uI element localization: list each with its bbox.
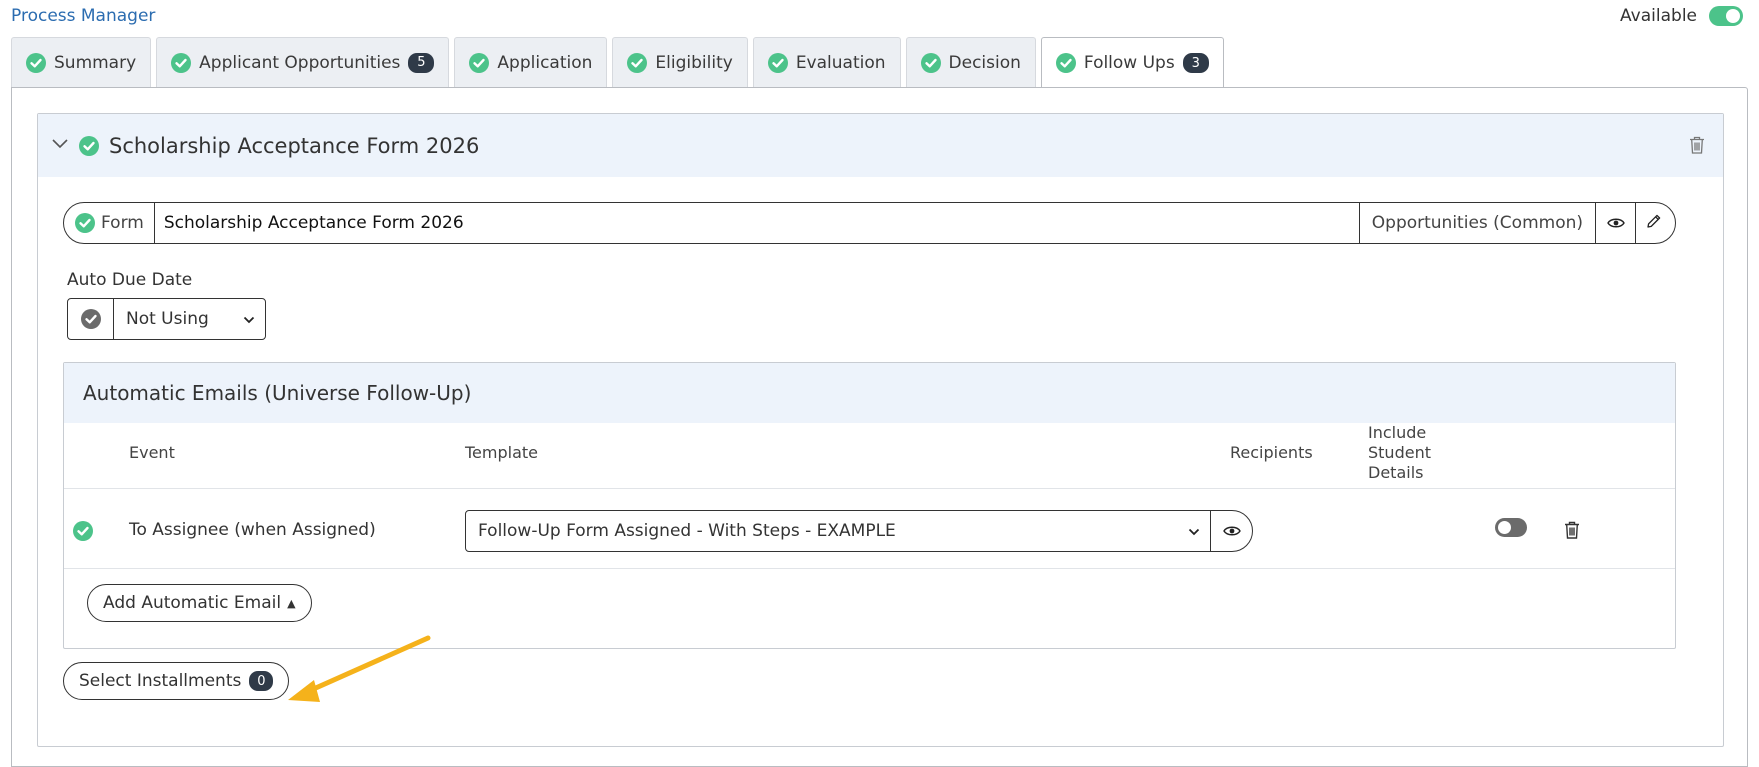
check-circle-icon bbox=[469, 52, 490, 73]
col-include-line: Student bbox=[1368, 443, 1431, 462]
check-circle-icon bbox=[1055, 53, 1076, 73]
app-title[interactable]: Process Manager bbox=[11, 6, 155, 26]
email-event: To Assignee (when Assigned) bbox=[129, 520, 376, 540]
tab-eligibility[interactable]: Eligibility bbox=[612, 37, 748, 87]
caret-up-icon: ▲ bbox=[287, 596, 296, 610]
tab-bar: Summary Applicant Opportunities 5 Applic… bbox=[11, 37, 1224, 88]
eye-icon bbox=[1606, 214, 1625, 233]
add-automatic-email-button[interactable]: Add Automatic Email ▲ bbox=[87, 584, 312, 622]
check-circle-icon bbox=[80, 309, 101, 329]
followup-header[interactable]: Scholarship Acceptance Form 2026 bbox=[38, 114, 1723, 177]
tab-application[interactable]: Application bbox=[454, 37, 608, 87]
eye-icon bbox=[1222, 522, 1241, 541]
form-scope: Opportunities (Common) bbox=[1360, 203, 1596, 243]
emails-title: Automatic Emails (Universe Follow-Up) bbox=[64, 363, 1675, 423]
availability: Available bbox=[1620, 6, 1743, 26]
template-value: Follow-Up Form Assigned - With Steps - E… bbox=[478, 521, 896, 541]
tab-panel: Scholarship Acceptance Form 2026 Form Sc… bbox=[11, 87, 1748, 767]
select-installments-label: Select Installments bbox=[79, 671, 242, 691]
count-badge: 0 bbox=[249, 671, 274, 691]
form-label: Form bbox=[101, 213, 144, 233]
chevron-down-icon bbox=[1188, 521, 1200, 541]
due-date-status bbox=[68, 299, 114, 339]
check-circle-icon bbox=[171, 52, 192, 73]
include-student-details-toggle[interactable] bbox=[1495, 518, 1527, 537]
form-selector: Form Scholarship Acceptance Form 2026 Op… bbox=[63, 202, 1676, 244]
pencil-icon bbox=[1646, 213, 1662, 233]
divider bbox=[64, 488, 1675, 489]
divider bbox=[64, 568, 1675, 569]
chevron-down-icon bbox=[243, 309, 255, 329]
tab-label: Decision bbox=[948, 52, 1021, 73]
tab-label: Eligibility bbox=[655, 52, 733, 73]
availability-label: Available bbox=[1620, 6, 1697, 26]
col-include-line: Details bbox=[1368, 463, 1424, 482]
tab-label: Application bbox=[497, 52, 593, 73]
col-event: Event bbox=[129, 443, 175, 462]
view-form-button[interactable] bbox=[1596, 203, 1635, 243]
arrow-annotation bbox=[288, 635, 431, 702]
tab-evaluation[interactable]: Evaluation bbox=[752, 37, 901, 87]
col-template: Template bbox=[465, 443, 539, 462]
due-date-label: Auto Due Date bbox=[67, 270, 193, 290]
add-automatic-email-label: Add Automatic Email bbox=[103, 593, 282, 613]
check-circle-icon bbox=[26, 52, 46, 73]
followup-title: Scholarship Acceptance Form 2026 bbox=[109, 133, 480, 158]
tab-decision[interactable]: Decision bbox=[905, 37, 1036, 87]
tab-label: Evaluation bbox=[795, 52, 886, 73]
form-label-cell: Form bbox=[64, 203, 155, 243]
count-badge: 5 bbox=[408, 52, 435, 73]
check-circle-icon bbox=[79, 135, 99, 156]
check-circle-icon bbox=[627, 52, 648, 73]
check-circle-icon bbox=[920, 52, 941, 73]
tab-follow-ups[interactable]: Follow Ups 3 bbox=[1040, 37, 1224, 88]
form-value: Scholarship Acceptance Form 2026 bbox=[155, 203, 1360, 243]
check-circle-icon bbox=[75, 213, 95, 233]
template-value-cell[interactable]: Follow-Up Form Assigned - With Steps - E… bbox=[466, 511, 1211, 551]
check-circle-icon bbox=[73, 521, 93, 541]
availability-toggle[interactable] bbox=[1709, 6, 1743, 26]
trash-icon[interactable] bbox=[1689, 136, 1705, 158]
col-recipients: Recipients bbox=[1230, 443, 1313, 462]
tab-applicant-opportunities[interactable]: Applicant Opportunities 5 bbox=[156, 37, 450, 87]
due-date-select[interactable]: Not Using bbox=[67, 298, 266, 340]
trash-icon[interactable] bbox=[1564, 521, 1580, 543]
select-installments-button[interactable]: Select Installments 0 bbox=[63, 662, 290, 700]
col-include-line: Include bbox=[1368, 423, 1427, 442]
template-select[interactable]: Follow-Up Form Assigned - With Steps - E… bbox=[465, 510, 1253, 552]
tab-label: Follow Ups bbox=[1083, 53, 1175, 73]
automatic-emails-panel: Automatic Emails (Universe Follow-Up) Ev… bbox=[63, 362, 1676, 649]
due-date-value-cell[interactable]: Not Using bbox=[114, 299, 265, 339]
due-date-value: Not Using bbox=[126, 309, 209, 329]
check-circle-icon bbox=[767, 52, 788, 73]
tab-label: Summary bbox=[54, 52, 137, 73]
chevron-down-icon[interactable] bbox=[51, 134, 69, 158]
tab-label: Applicant Opportunities bbox=[199, 52, 401, 73]
preview-template-button[interactable] bbox=[1211, 511, 1252, 551]
tab-summary[interactable]: Summary bbox=[11, 37, 152, 87]
edit-form-button[interactable] bbox=[1635, 203, 1675, 243]
col-include-student-details: Include Student Details bbox=[1368, 423, 1431, 483]
count-badge: 3 bbox=[1182, 53, 1209, 73]
